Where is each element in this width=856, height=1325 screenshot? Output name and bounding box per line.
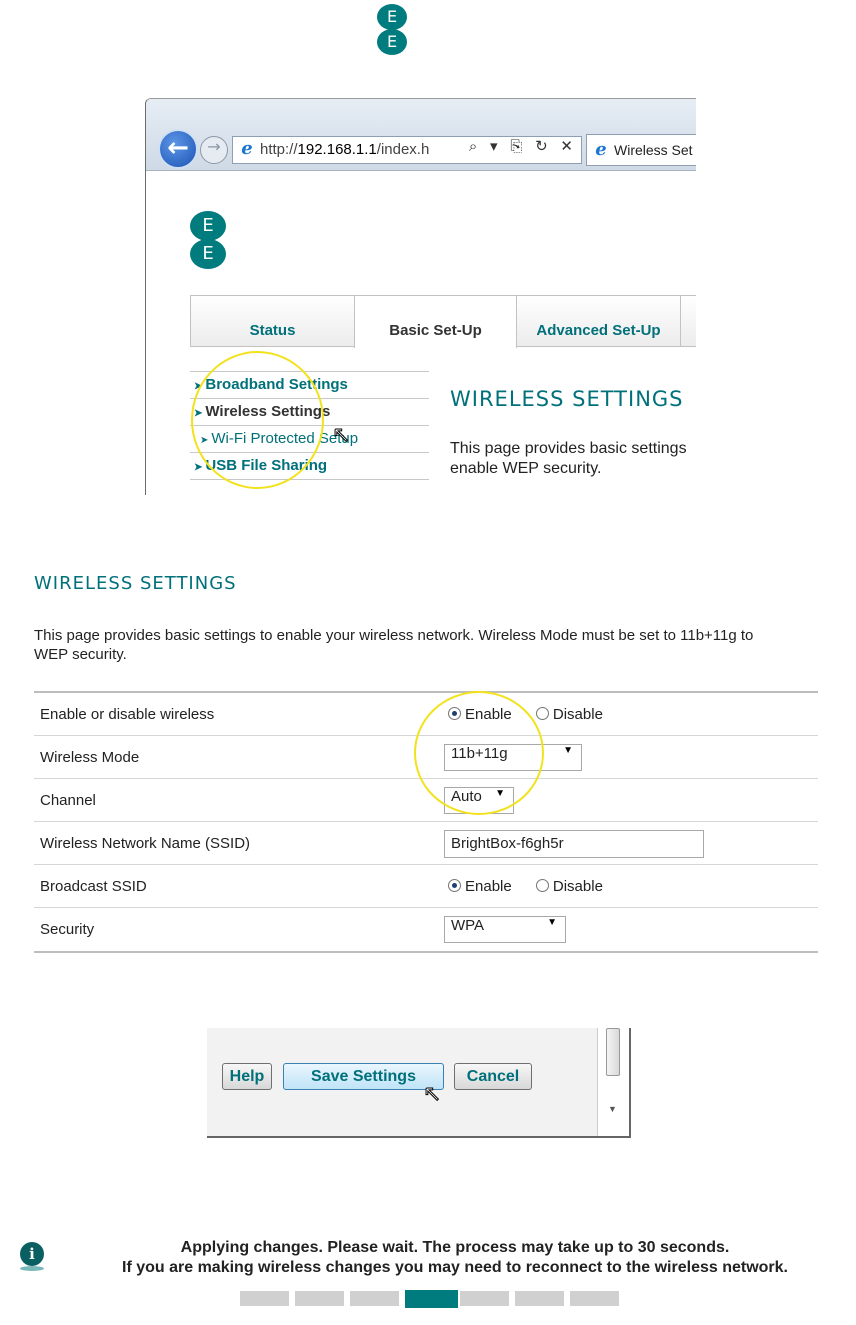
radio-wireless-disable[interactable] <box>535 707 549 720</box>
address-path: /index.h <box>376 141 430 158</box>
panel-border-bottom <box>207 1136 631 1138</box>
wireless-settings-desc: This page provides basic settings to ena… <box>34 626 824 664</box>
progress-segment <box>295 1291 344 1306</box>
progress-segment <box>240 1291 289 1306</box>
dropdown-arrow-icon: ▼ <box>547 917 557 928</box>
dropdown-arrow-icon: ▼ <box>563 745 573 756</box>
ssid-control: BrightBox-f6gh5r <box>444 830 704 858</box>
radio-broadcast-disable[interactable] <box>535 879 549 892</box>
scrollbar[interactable]: ▼ <box>597 1028 627 1136</box>
back-arrow-icon[interactable]: ← <box>158 129 198 169</box>
progress-segment <box>570 1291 619 1306</box>
progress-segment <box>350 1291 399 1306</box>
mouse-cursor-icon: ↖ <box>331 423 351 449</box>
status-line2: If you are making wireless changes you m… <box>122 1259 788 1276</box>
router-logo-top: E <box>190 211 226 241</box>
opt-disable-label: Disable <box>552 706 603 723</box>
ssid-input[interactable]: BrightBox-f6gh5r <box>444 830 704 858</box>
row-security: Security WPA ▼ <box>34 908 818 951</box>
address-bar[interactable]: e http://192.168.1.1/index.h ⌕ ▾ ⎘ ↻ ✕ <box>232 136 582 164</box>
label-broadcast-ssid: Broadcast SSID <box>40 878 147 895</box>
label-security: Security <box>40 921 95 938</box>
progress-segment <box>515 1291 564 1306</box>
status-line1: Applying changes. Please wait. The proce… <box>180 1239 730 1256</box>
label-wireless-mode: Wireless Mode <box>40 749 140 766</box>
router-logo-bottom: E <box>190 239 226 269</box>
highlight-circle <box>191 351 324 489</box>
scrollbar-thumb[interactable] <box>606 1028 620 1076</box>
wireless-settings-title: WIRELESS SETTINGS <box>34 573 237 594</box>
router-page-title: WIRELESS SETTINGS <box>450 387 684 411</box>
chevron-right-icon: ➤ <box>194 462 203 473</box>
address-host: 192.168.1.1 <box>297 141 377 158</box>
progress-segment <box>460 1291 509 1306</box>
label-channel: Channel <box>40 792 96 809</box>
highlight-circle <box>414 691 544 815</box>
buttons-panel: ▼ Help Save Settings Cancel ↖ <box>207 1028 632 1138</box>
cancel-button[interactable]: Cancel <box>454 1063 532 1090</box>
desc-line1: This page provides basic settings to ena… <box>34 627 754 644</box>
ee-logo: E E <box>377 4 407 56</box>
label-enable-wireless: Enable or disable wireless <box>40 706 215 723</box>
ee-logo-bottom: E <box>377 29 407 55</box>
opt-disable-label: Disable <box>552 878 603 895</box>
radio-broadcast-enable[interactable] <box>448 879 461 892</box>
router-page-desc: This page provides basic settings enable… <box>450 439 687 479</box>
desc-line2: WEP security. <box>34 646 127 663</box>
broadcast-radio-group: Enable Disable <box>444 878 619 895</box>
opt-enable-label: Enable <box>465 878 512 895</box>
tab-advanced-setup[interactable]: Advanced Set-Up <box>516 295 681 347</box>
address-tools-icons[interactable]: ⌕ ▾ ⎘ ↻ ✕ <box>469 137 577 155</box>
router-desc-line1: This page provides basic settings <box>450 440 687 457</box>
help-button[interactable]: Help <box>222 1063 272 1090</box>
browser-tab[interactable]: e Wireless Set <box>586 134 696 166</box>
router-desc-line2: enable WEP security. <box>450 460 602 477</box>
row-ssid: Wireless Network Name (SSID) BrightBox-f… <box>34 822 818 865</box>
tab-basic-setup[interactable]: Basic Set-Up <box>354 295 517 348</box>
ie-tab-icon: e <box>595 139 607 160</box>
status-message: Applying changes. Please wait. The proce… <box>60 1238 850 1278</box>
tab-title: Wireless Set <box>614 142 693 158</box>
browser-toolbar: ← → e http://192.168.1.1/index.h ⌕ ▾ ⎘ ↻ … <box>146 99 696 171</box>
ie-logo-icon: e <box>241 138 253 159</box>
panel-border-right <box>629 1028 631 1138</box>
info-icon-shadow <box>20 1266 44 1271</box>
save-settings-button[interactable]: Save Settings <box>283 1063 444 1090</box>
security-control: WPA ▼ <box>444 916 566 943</box>
info-icon: i <box>20 1242 44 1266</box>
router-page-logo: E E <box>190 211 226 269</box>
address-prefix: http:// <box>260 141 298 158</box>
router-nav-tabs: Status Basic Set-Up Advanced Set-Up <box>190 295 696 348</box>
tab-status[interactable]: Status <box>190 295 355 347</box>
progress-bar <box>240 1290 621 1308</box>
label-ssid: Wireless Network Name (SSID) <box>40 835 251 852</box>
security-select[interactable]: WPA ▼ <box>444 916 566 943</box>
security-value: WPA <box>451 917 485 934</box>
row-broadcast-ssid: Broadcast SSID Enable Disable <box>34 865 818 908</box>
ee-logo-top: E <box>377 4 407 30</box>
progress-segment <box>405 1290 458 1308</box>
forward-arrow-icon[interactable]: → <box>200 136 228 164</box>
tab-more[interactable] <box>680 295 696 347</box>
browser-window: ← → e http://192.168.1.1/index.h ⌕ ▾ ⎘ ↻ … <box>145 98 696 495</box>
scroll-down-arrow-icon[interactable]: ▼ <box>608 1104 617 1114</box>
mouse-cursor-icon: ↖ <box>422 1082 442 1108</box>
